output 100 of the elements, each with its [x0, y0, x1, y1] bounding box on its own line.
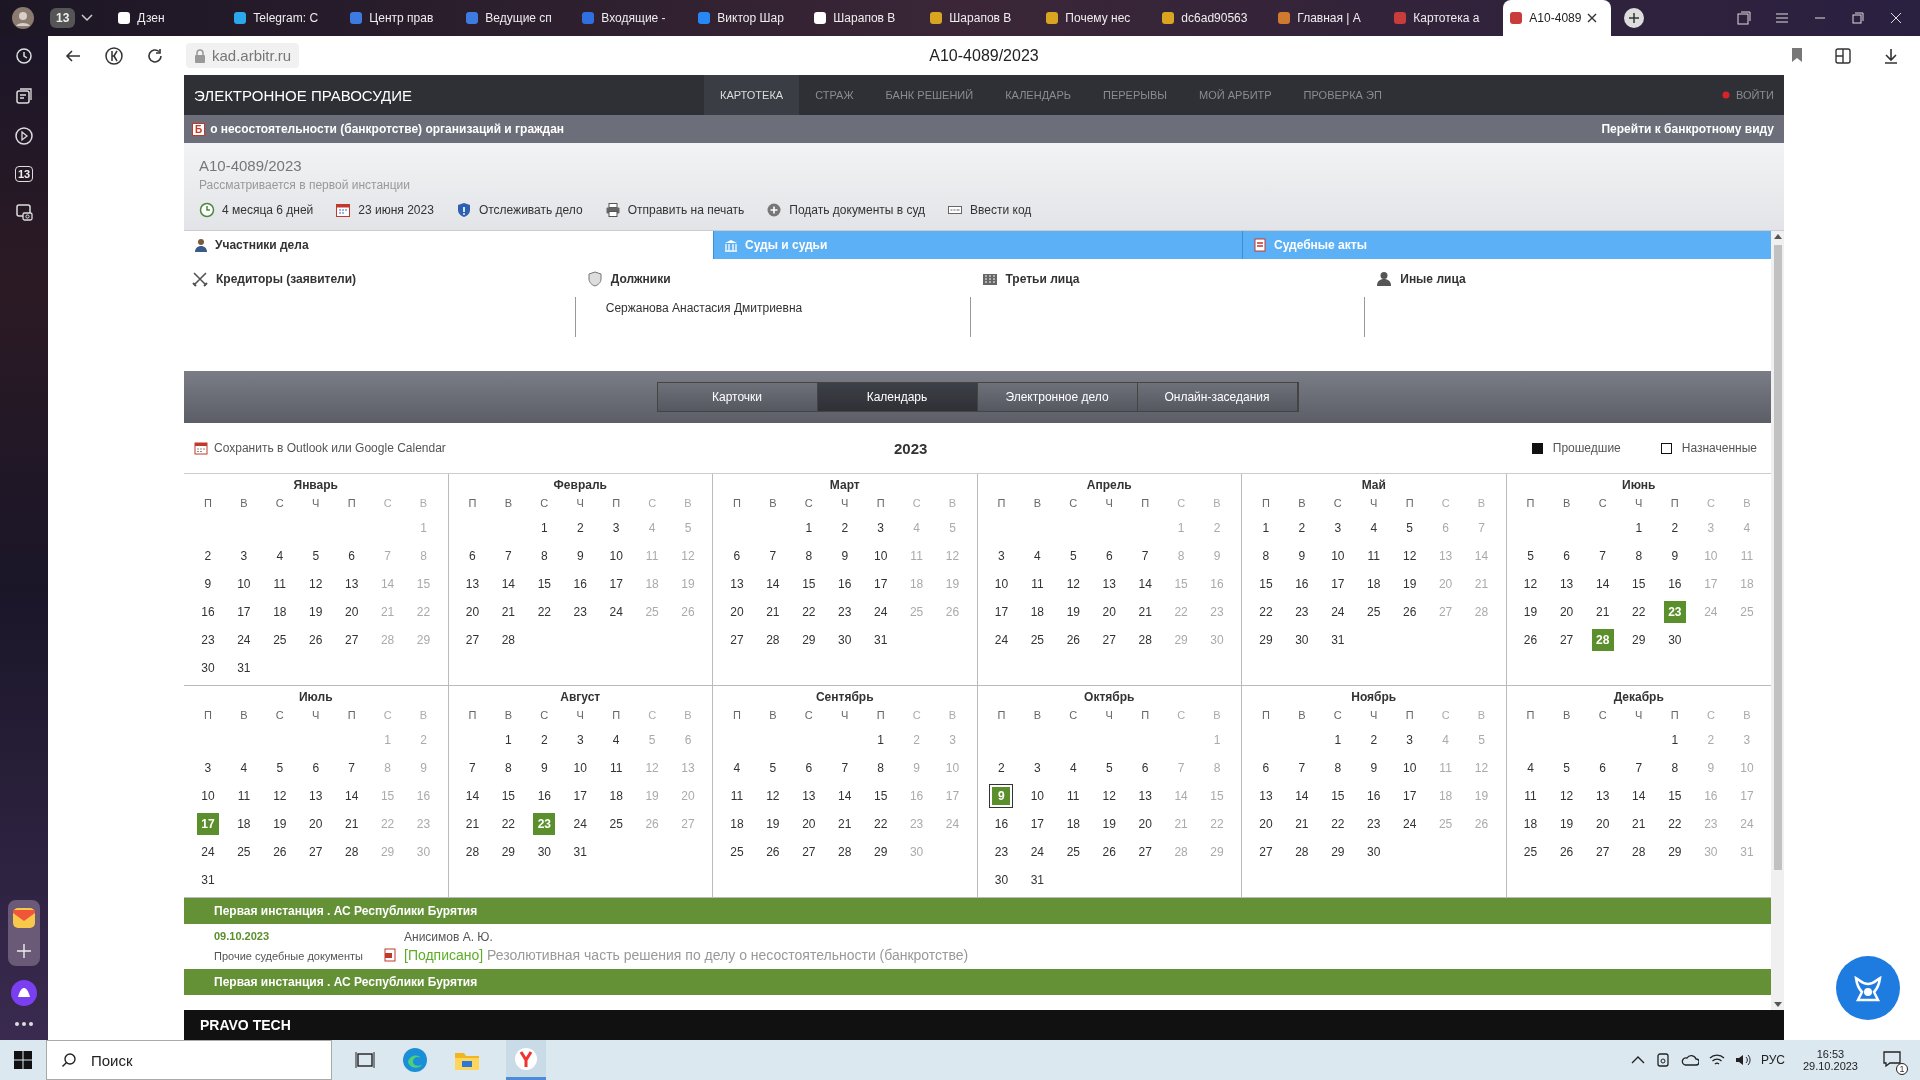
- browser-logo-icon[interactable]: [104, 45, 124, 66]
- save-calendar-link[interactable]: Сохранить в Outlook или Google Calendar: [194, 441, 894, 455]
- browser-tab[interactable]: Входящие -: [575, 0, 686, 36]
- tabs-icon[interactable]: [1736, 10, 1752, 26]
- nav-link[interactable]: КАЛЕНДАРЬ: [989, 75, 1087, 115]
- clock-icon: [199, 202, 215, 218]
- new-tab-icon[interactable]: [1623, 7, 1646, 29]
- history-icon[interactable]: [14, 46, 34, 66]
- windows-icon[interactable]: [14, 1051, 32, 1069]
- nav-link[interactable]: КАРТОТЕКА: [704, 75, 800, 115]
- calendar-day: 3: [990, 545, 1013, 567]
- weekday-label: П: [875, 708, 886, 723]
- restore-icon[interactable]: [1850, 10, 1866, 26]
- browser-tab[interactable]: A10-4089: [1503, 0, 1612, 36]
- browser-tab[interactable]: Шарапов В: [923, 0, 1034, 36]
- browser-tab[interactable]: Ведущие сп: [459, 0, 570, 36]
- calendar-day: 31: [1735, 841, 1758, 863]
- task-view-icon[interactable]: [354, 1049, 376, 1071]
- wifi-icon[interactable]: [1708, 1053, 1725, 1067]
- close-icon[interactable]: [1888, 10, 1904, 26]
- bookmark-icon[interactable]: [1790, 46, 1804, 63]
- calendar-day: 23: [905, 813, 928, 835]
- view-tab[interactable]: Электронное дело: [977, 383, 1138, 411]
- calendar-day: 20: [461, 601, 484, 623]
- nav-link[interactable]: ПЕРЕРЫВЫ: [1087, 75, 1184, 115]
- menu-icon[interactable]: [1774, 10, 1790, 26]
- favicon-icon: [349, 11, 364, 25]
- add-icon[interactable]: [15, 942, 33, 960]
- browser-tab[interactable]: Дзен: [111, 0, 222, 36]
- browser-tab[interactable]: dc6ad90563: [1155, 0, 1266, 36]
- case-action[interactable]: Ввести код: [947, 202, 1032, 218]
- nav-link[interactable]: ПРОВЕРКА ЭП: [1287, 75, 1398, 115]
- emblem-icon[interactable]: [1836, 956, 1900, 1020]
- view-tab[interactable]: Календарь: [817, 383, 978, 411]
- calendar-badge[interactable]: 13: [14, 166, 34, 182]
- weekday-label: С: [1176, 496, 1187, 511]
- download-icon[interactable]: [1882, 46, 1900, 65]
- extensions-icon[interactable]: [1834, 46, 1852, 65]
- calendar-day: 7: [761, 545, 784, 567]
- browser-tab[interactable]: Виктор Шар: [691, 0, 802, 36]
- taskbar-search-field[interactable]: Поиск: [46, 1040, 332, 1080]
- case-action[interactable]: Отправить на печать: [604, 202, 745, 218]
- case-action[interactable]: Отслеживать дело: [455, 202, 583, 218]
- calendar-day[interactable]: 23: [1663, 601, 1686, 623]
- bankruptcy-view-link[interactable]: Перейти к банкротному виду: [1601, 122, 1774, 136]
- screenshot-icon[interactable]: [14, 202, 34, 222]
- avatar-icon[interactable]: [12, 7, 34, 29]
- assistant-icon[interactable]: [11, 980, 37, 1006]
- nav-link[interactable]: СТРАЖ: [799, 75, 870, 115]
- feed-icon[interactable]: [14, 86, 34, 106]
- scrollbar[interactable]: [1771, 231, 1784, 1010]
- url-field[interactable]: kad.arbitr.ru: [186, 43, 300, 68]
- reload-icon[interactable]: [146, 46, 164, 65]
- calendar-day: 15: [797, 573, 820, 595]
- login-link[interactable]: ВОЙТИ: [1735, 89, 1774, 101]
- view-tab[interactable]: Онлайн-заседания: [1137, 383, 1298, 411]
- nav-link[interactable]: МОЙ АРБИТР: [1183, 75, 1288, 115]
- calendar-day: 15: [1663, 785, 1686, 807]
- close-icon[interactable]: [1587, 13, 1598, 23]
- scrollbar-thumb[interactable]: [1773, 245, 1782, 870]
- more-icon[interactable]: [13, 1020, 35, 1028]
- scroll-up-icon[interactable]: [1773, 233, 1782, 239]
- weekday-label: П: [1669, 708, 1680, 723]
- calendar-day[interactable]: 28: [1591, 629, 1614, 651]
- calendar-day[interactable]: 23: [533, 813, 556, 835]
- language-indicator[interactable]: РУС: [1760, 1053, 1785, 1067]
- calendar-day: 16: [1663, 573, 1686, 595]
- calendar-day[interactable]: 9: [990, 785, 1013, 807]
- chevron-up-icon[interactable]: [1630, 1055, 1645, 1065]
- view-tab[interactable]: Карточки: [657, 383, 818, 411]
- play-icon[interactable]: [14, 126, 34, 146]
- device-icon[interactable]: [1654, 1052, 1671, 1068]
- chevron-down-icon[interactable]: [81, 14, 94, 22]
- participant-name[interactable]: Сержанова Анастасия Дмитриевна: [605, 301, 982, 315]
- cloud-icon[interactable]: [1680, 1053, 1699, 1067]
- participants-heading: Кредиторы (заявители): [216, 272, 357, 286]
- clock[interactable]: 16:53 29.10.2023: [1794, 1048, 1866, 1072]
- nav-link[interactable]: БАНК РЕШЕНИЙ: [869, 75, 990, 115]
- speaker-icon[interactable]: [1734, 1053, 1751, 1067]
- browser-tab[interactable]: Главная | А: [1271, 0, 1382, 36]
- tab-count-button[interactable]: 13: [50, 8, 76, 28]
- edge-icon[interactable]: [402, 1047, 428, 1073]
- browser-tab[interactable]: Картотека а: [1387, 0, 1498, 36]
- browser-tab[interactable]: Почему нес: [1039, 0, 1150, 36]
- browser-tab[interactable]: Шарапов В: [807, 0, 918, 36]
- calendar-day: 14: [833, 785, 856, 807]
- calendar-day[interactable]: 17: [196, 813, 219, 835]
- mail-icon[interactable]: [12, 906, 36, 930]
- browser-tab[interactable]: Центр прав: [343, 0, 454, 36]
- calendar-day: 2: [412, 729, 435, 751]
- weekday-label: В: [503, 496, 514, 511]
- weekday-label: С: [911, 496, 922, 511]
- calendar-day: 9: [1663, 545, 1686, 567]
- scroll-down-icon[interactable]: [1773, 1002, 1782, 1008]
- taskbar-app[interactable]: [506, 1040, 546, 1080]
- browser-tab[interactable]: Telegram: С: [227, 0, 338, 36]
- weekday-label: В: [1032, 708, 1043, 723]
- calendar-day: 4: [1026, 545, 1049, 567]
- case-action[interactable]: Подать документы в суд: [766, 202, 926, 218]
- calendar-day: 9: [196, 573, 219, 595]
